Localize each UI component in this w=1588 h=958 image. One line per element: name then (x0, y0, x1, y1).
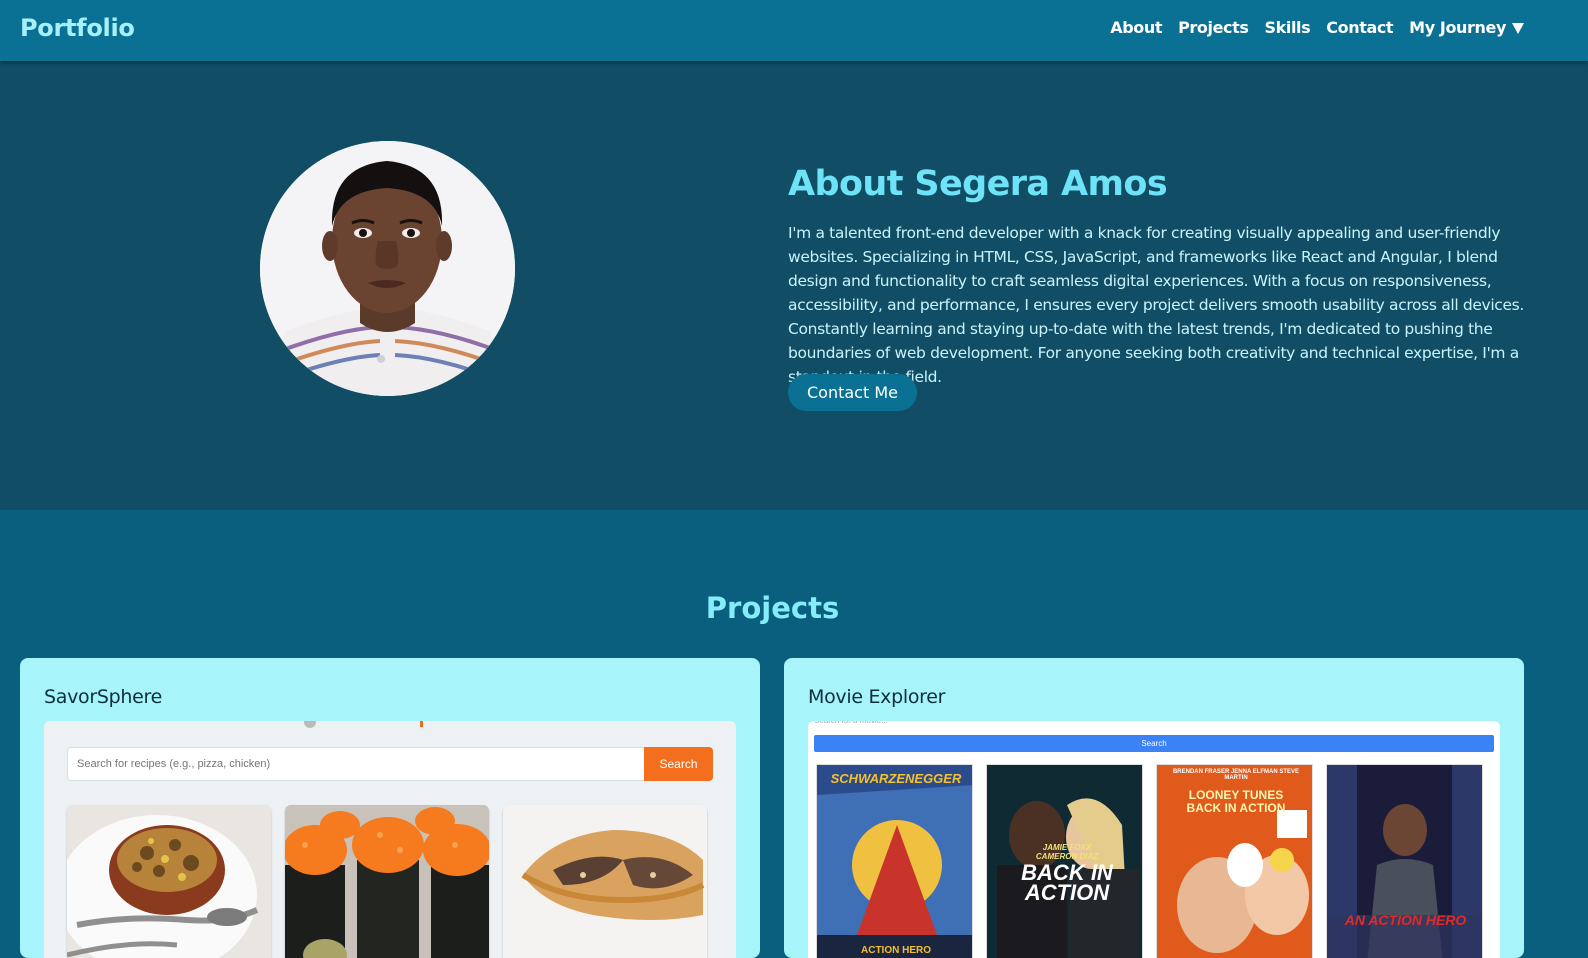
poster-title: ACTION HERO (861, 945, 931, 956)
recipe-image-pie[interactable] (503, 805, 707, 958)
projects-section: Projects SavorSphere Search for recipes … (0, 510, 1588, 958)
nav-contact-link[interactable]: Contact (1326, 18, 1393, 37)
about-section: About Segera Amos I'm a talented front-e… (0, 61, 1588, 510)
recipe-search-input[interactable] (67, 747, 644, 781)
project-card-title: Movie Explorer (808, 686, 946, 708)
movie-search-input[interactable]: Search for a movie... (814, 721, 1494, 729)
project-card-movie-explorer[interactable]: Movie Explorer Search for a movie... Sea… (784, 658, 1524, 958)
nav-links: About Projects Skills Contact My Journey (1110, 18, 1524, 37)
nav-projects-link[interactable]: Projects (1178, 18, 1249, 37)
recipe-image-sushi[interactable] (285, 805, 489, 958)
movie-poster-2[interactable]: JAMIE FOXX CAMERON DIAZ BACK IN ACTION (986, 764, 1143, 958)
nav-skills-link[interactable]: Skills (1265, 18, 1311, 37)
project-screenshot-savorsphere[interactable]: Search (44, 721, 736, 958)
about-title: About Segera Amos (788, 164, 1168, 204)
nav-about-link[interactable]: About (1110, 18, 1162, 37)
nav-my-journey-dropdown[interactable]: My Journey (1409, 18, 1524, 37)
poster-headline: SCHWARZENEGGER (830, 771, 962, 786)
loading-bar-icon (420, 721, 423, 727)
project-card-savorsphere[interactable]: SavorSphere Search (20, 658, 760, 958)
poster-title: LOONEY TUNES BACK IN ACTION (1186, 788, 1286, 815)
poster-credits: JAMIE FOXX CAMERON DIAZ (1035, 843, 1099, 861)
caret-down-icon (1512, 22, 1524, 34)
contact-me-button[interactable]: Contact Me (788, 374, 917, 411)
projects-title: Projects (705, 591, 840, 625)
profile-photo (260, 141, 515, 396)
movie-poster-3[interactable]: BRENDAN FRASER JENNA ELFMAN STEVE MARTIN… (1156, 764, 1313, 958)
recipe-search-button[interactable]: Search (644, 747, 713, 781)
navbar: Portfolio About Projects Skills Contact … (0, 0, 1588, 61)
movie-poster-4[interactable]: AN ACTION HERO (1326, 764, 1483, 958)
brand-logo[interactable]: Portfolio (20, 14, 135, 42)
nav-my-journey-label: My Journey (1409, 18, 1506, 37)
poster-title: BACK IN ACTION (1021, 860, 1113, 905)
recipe-image-stew[interactable] (67, 805, 271, 958)
poster-credits: BRENDAN FRASER JENNA ELFMAN STEVE MARTIN (1172, 769, 1300, 781)
project-screenshot-movie-explorer[interactable]: Search for a movie... Search SCHWARZENEG… (808, 721, 1500, 958)
project-card-title: SavorSphere (44, 686, 163, 708)
movie-search-button[interactable]: Search (814, 735, 1494, 752)
poster-title: AN ACTION HERO (1344, 912, 1467, 928)
about-description: I'm a talented front-end developer with … (788, 224, 1524, 386)
movie-poster-1[interactable]: SCHWARZENEGGER ACTION HERO (816, 764, 973, 958)
loading-dot-icon (304, 721, 316, 728)
